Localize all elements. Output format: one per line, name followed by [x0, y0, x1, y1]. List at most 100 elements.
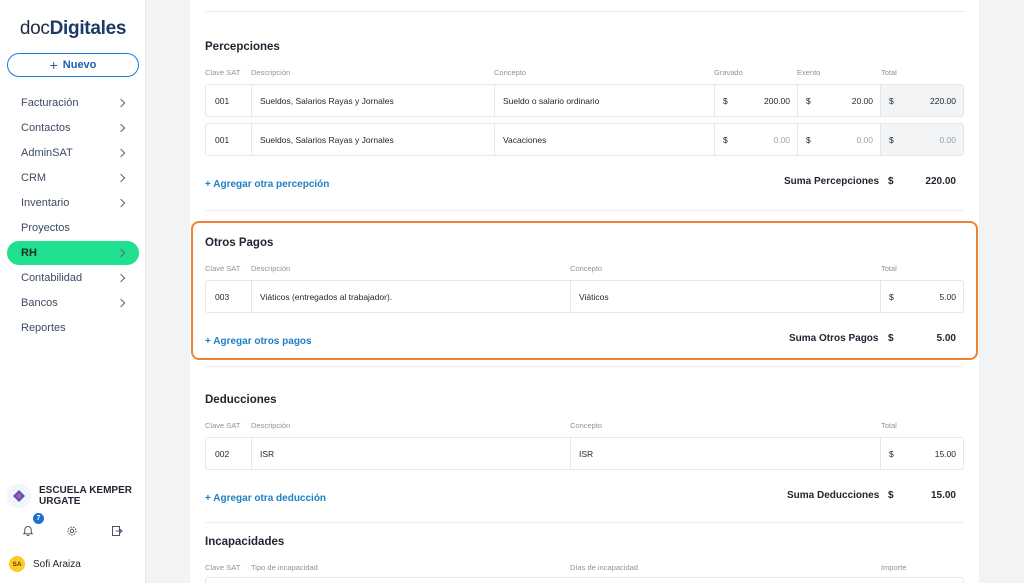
sidebar-item-adminsat[interactable]: AdminSAT [7, 141, 139, 165]
column-header-clave: Clave SAT [205, 421, 241, 430]
cell-divider [570, 438, 571, 469]
chevron-right-icon [117, 298, 127, 308]
descripcion-cell[interactable]: Sueldos, Salarios Rayas y Jornales [260, 124, 495, 155]
column-header-total: Total [881, 264, 897, 273]
cell-divider [494, 124, 495, 155]
sidebar-item-inventario[interactable]: Inventario [7, 191, 139, 215]
sidebar-item-label: Facturación [21, 97, 79, 109]
organization-name: ESCUELA KEMPER URGATE [39, 485, 132, 507]
cell-divider [880, 438, 881, 469]
divider [205, 210, 964, 211]
concepto-cell[interactable]: ISR [579, 438, 869, 469]
table-row: 001 Sueldos, Salarios Rayas y Jornales S… [205, 84, 964, 117]
sidebar-item-label: Proyectos [21, 222, 70, 234]
logout-icon[interactable] [109, 523, 125, 539]
total-value: 0.00 [939, 134, 956, 145]
table-row: 001 Sueldos, Salarios Rayas y Jornales V… [205, 123, 964, 156]
add-percepcion-link[interactable]: + Agregar otra percepción [205, 179, 329, 190]
concepto-cell[interactable]: Vacaciones [503, 124, 708, 155]
sidebar-item-rh[interactable]: RH [7, 241, 139, 265]
user-profile[interactable]: SA Sofi Araiza [9, 556, 81, 572]
column-header-descripcion: Descripción [251, 421, 291, 430]
clave-cell[interactable]: 003 [215, 281, 251, 312]
sidebar-item-contabilidad[interactable]: Contabilidad [7, 266, 139, 290]
descripcion-cell[interactable]: Viáticos (entregados al trabajador). [260, 281, 560, 312]
currency-symbol: $ [889, 134, 894, 145]
new-button[interactable]: + Nuevo [7, 53, 139, 77]
user-name: Sofi Araiza [33, 558, 81, 570]
gear-icon[interactable] [64, 523, 80, 539]
sidebar-item-label: RH [21, 247, 37, 259]
add-otros-pagos-link[interactable]: + Agregar otros pagos [205, 336, 312, 347]
cell-divider [714, 85, 715, 116]
organization-name-line2: URGATE [39, 496, 81, 507]
chevron-right-icon [117, 148, 127, 158]
add-deduccion-link[interactable]: + Agregar otra deducción [205, 493, 326, 504]
section-title-incapacidades: Incapacidades [205, 536, 285, 548]
currency-symbol: $ [889, 448, 894, 459]
sidebar-item-reportes[interactable]: Reportes [7, 316, 139, 340]
currency-symbol: $ [806, 95, 811, 106]
gravado-input[interactable]: 200.00 [733, 85, 790, 116]
gravado-input[interactable]: 0.00 [733, 124, 790, 155]
sum-percepciones-value: 220.00 [925, 176, 956, 187]
notification-count-badge: 7 [33, 513, 44, 524]
cell-divider [251, 124, 252, 155]
column-header-concepto: Concepto [494, 68, 527, 77]
currency-symbol: $ [889, 291, 894, 302]
column-header-concepto: Concepto [570, 421, 603, 430]
cell-divider [880, 281, 881, 312]
concepto-cell[interactable]: Viáticos [579, 281, 869, 312]
total-value: 5.00 [939, 291, 956, 302]
sidebar-item-label: Reportes [21, 322, 66, 334]
plus-icon: + [49, 57, 58, 73]
cell-divider [714, 124, 715, 155]
organization-switcher[interactable]: ESCUELA KEMPER URGATE [7, 480, 142, 512]
sidebar-item-label: Contabilidad [21, 272, 83, 284]
currency-symbol: $ [888, 490, 894, 501]
sidebar-item-label: Bancos [21, 297, 58, 309]
section-title-percepciones: Percepciones [205, 41, 280, 53]
sum-percepciones-label: Suma Percepciones [784, 176, 880, 187]
clave-cell[interactable]: 001 [215, 85, 251, 116]
cell-divider [494, 85, 495, 116]
divider [205, 522, 964, 523]
column-header-descripcion: Descripción [251, 68, 291, 77]
app-logo[interactable]: docDigitales [0, 18, 146, 40]
column-header-total: Total [881, 68, 897, 77]
total-value: 220.00 [930, 95, 956, 106]
sidebar-item-bancos[interactable]: Bancos [7, 291, 139, 315]
concepto-cell[interactable]: Sueldo o salario ordinario [503, 85, 708, 116]
sidebar-tools: 7 [0, 513, 146, 544]
clave-cell[interactable]: 002 [215, 438, 251, 469]
sidebar-nav: Facturación Contactos AdminSAT CRM Inven… [7, 91, 139, 341]
section-title-deducciones: Deducciones [205, 394, 277, 406]
descripcion-cell[interactable]: Sueldos, Salarios Rayas y Jornales [260, 85, 495, 116]
column-header-gravado: Gravado [714, 68, 743, 77]
cell-divider [251, 438, 252, 469]
clave-cell[interactable]: 001 [215, 124, 251, 155]
main-content: Percepciones Clave SAT Descripción Conce… [190, 0, 979, 583]
cell-divider [797, 124, 798, 155]
divider [205, 11, 964, 12]
cell-divider [570, 281, 571, 312]
exento-input[interactable]: 20.00 [816, 85, 873, 116]
cell-divider [251, 85, 252, 116]
descripcion-cell[interactable]: ISR [260, 438, 560, 469]
exento-input[interactable]: 0.00 [816, 124, 873, 155]
chevron-right-icon [117, 98, 127, 108]
table-row [205, 577, 964, 583]
sidebar-item-crm[interactable]: CRM [7, 166, 139, 190]
sidebar-item-label: AdminSAT [21, 147, 73, 159]
sidebar-item-contactos[interactable]: Contactos [7, 116, 139, 140]
sidebar-item-facturacion[interactable]: Facturación [7, 91, 139, 115]
logo-text-bold: Digitales [49, 18, 127, 39]
currency-symbol: $ [888, 333, 894, 344]
column-header-total: Total [881, 421, 897, 430]
divider [205, 366, 964, 367]
chevron-right-icon [117, 248, 127, 258]
total-value: 15.00 [934, 448, 956, 459]
sum-otros-pagos-label: Suma Otros Pagos [789, 333, 879, 344]
bell-icon[interactable] [20, 523, 36, 539]
sidebar-item-proyectos[interactable]: Proyectos [7, 216, 139, 240]
